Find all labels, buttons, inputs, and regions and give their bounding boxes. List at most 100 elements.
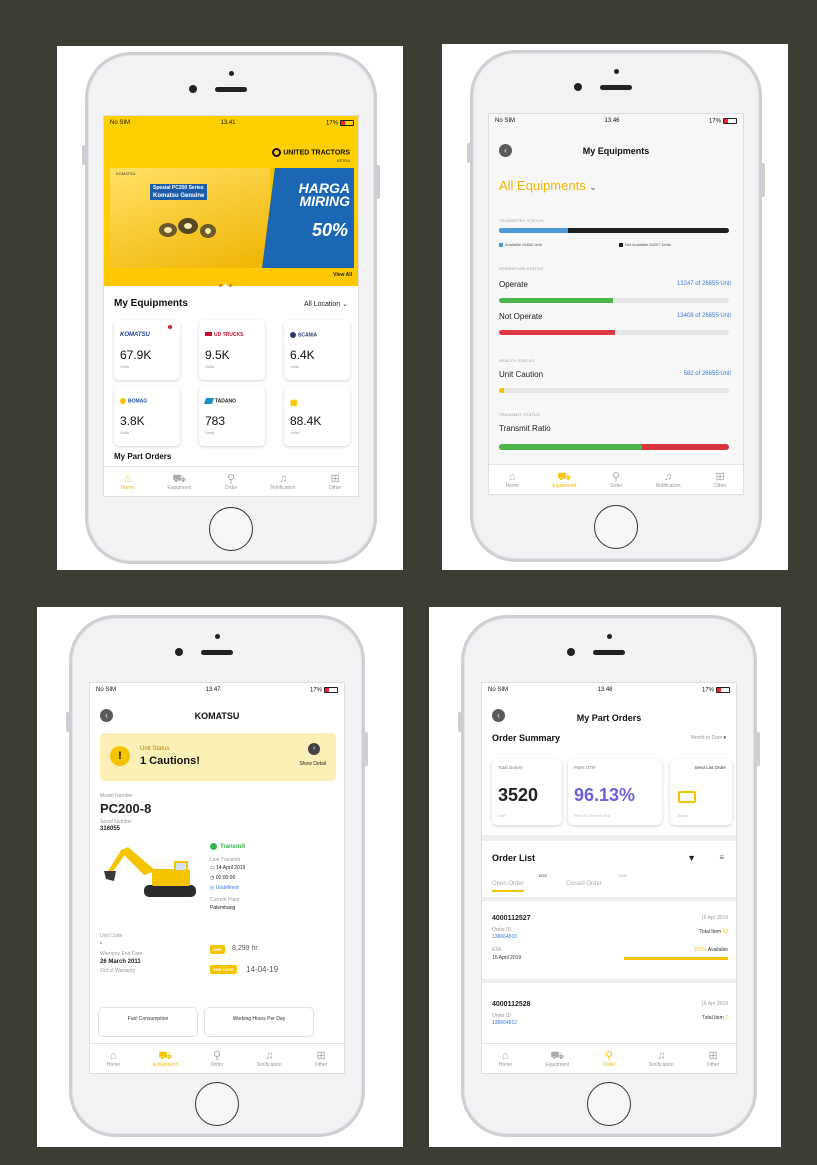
availability-bar [624,957,728,960]
promo-banner[interactable]: KOMATSU Spesial PC200 Series Komatsu Gen… [110,168,354,268]
battery-indicator: 17% [326,119,354,126]
equipment-count: 6.4K [290,348,315,362]
availability: 100% Available [694,947,728,953]
equipment-card-ud-trucks[interactable]: UD TRUCKS 9.5K Units [199,320,265,380]
warranty-label: Warranty End Date [100,951,143,957]
equipment-card-scania[interactable]: SCANIA 6.4K Units [284,320,350,380]
tab-label: Other [706,1061,720,1068]
tab-order[interactable]: ⚲ Order [603,1050,616,1068]
tab-label: Equipment [153,1061,178,1068]
pin-icon: ⚲ [212,1049,222,1062]
tab-label: Order [224,484,238,491]
equipment-card-komatsu[interactable]: KOMATSU 67.9K Units [114,320,180,380]
proximity-sensor [614,69,619,74]
tab-closed-order[interactable]: Closed Order [566,881,602,887]
card-label: Send List Order [694,765,726,770]
tab-other[interactable]: ⊞ Other [315,1050,328,1068]
tab-home[interactable]: ⌂ Home [499,1050,512,1068]
order-id-label: Order ID [492,927,512,933]
transmit-bar [499,444,729,450]
front-camera [567,648,575,656]
power-button [761,163,765,197]
order-id[interactable]: 138664812 [492,1020,517,1026]
clock: 13.46 [604,118,620,124]
model-label: Model Number [100,793,133,799]
battery-percent: 17% [708,118,721,125]
transmit-text: Transmit [220,844,246,851]
working-hours-card[interactable]: Working Hours Per Day [204,1007,314,1037]
tab-order[interactable]: ⚲ Order [610,471,623,489]
tab-other[interactable]: ⊞ Other [707,1050,720,1068]
location-label: All Location [303,301,341,308]
tab-notification[interactable]: ♫ Notification [271,473,296,491]
last-transmit-label: Last Transmit [210,857,241,863]
smr-date-chip: SMR DATE [210,965,237,974]
period-dropdown[interactable]: Month to Date ▾ [691,735,726,741]
tab-open-order[interactable]: Open Order [492,881,524,892]
equipment-filter-dropdown[interactable]: All Equipments ⌄ [499,178,597,193]
filter-icon[interactable]: ▼ [687,853,696,863]
send-list-order-card[interactable]: Send List Order Email [670,759,732,825]
home-button[interactable] [594,505,638,549]
tab-other[interactable]: ⊞ Other [329,473,342,491]
brand-name: TADANO [215,398,237,405]
sort-icon[interactable]: ≡ [719,853,724,862]
show-detail-link[interactable]: Show Detail [299,761,326,767]
location-dropdown[interactable]: All Location ⌄ [304,300,348,308]
unit-status-banner[interactable]: ! Unit Status 1 Cautions! › Show Detail [100,733,336,781]
total-orders-card[interactable]: Total Orders 3520 Unit [492,759,562,825]
tab-notification[interactable]: ♫ Notification [649,1050,674,1068]
tab-equipment[interactable]: ⛟ Equipment [153,1050,177,1068]
equipment-card-bomag[interactable]: BOMAG 3.8K Units [114,386,180,446]
home-button[interactable] [195,1082,239,1126]
tab-equipment[interactable]: ⛟ Equipment [545,1050,569,1068]
status-bar: No SIM 13.41 17% [104,116,358,130]
total-label: Total Item [699,929,722,935]
order-date: 16 Apr 2019 [701,1001,728,1007]
parts-otif-card[interactable]: Parts OTIF 96.13% Part On-Time In-Full [568,759,662,825]
view-all-link[interactable]: View All [333,272,352,278]
home-icon: ⌂ [509,470,516,483]
tadano-logo-icon [203,398,215,404]
tab-equipment[interactable]: ⛟ Equipment [552,471,576,489]
grid-icon: ⊞ [316,1049,326,1062]
tab-notification[interactable]: ♫ Notification [257,1050,282,1068]
tab-home[interactable]: ⌂ Home [107,1050,120,1068]
brand-logo: TADANO [203,398,237,405]
carousel-dots[interactable] [218,274,233,292]
current-plant: Palembang [210,905,236,911]
smr-date-value: 14-04-19 [246,965,279,974]
last-transmit-location[interactable]: ◎ Undefined [210,885,239,891]
home-button[interactable] [587,1082,631,1126]
tab-equipment[interactable]: ⛟ Equipment [167,473,191,491]
order-id[interactable]: 138664810 [492,934,517,940]
operate-label: Operate [499,280,528,289]
legend-text: Not Available 60207 Units [625,242,671,247]
total-label: Total Item [702,1015,724,1021]
tab-order[interactable]: ⚲ Order [225,473,238,491]
tab-notification[interactable]: ♫ Notification [656,471,681,489]
home-button[interactable] [209,507,253,551]
unit-label: Units [120,364,130,369]
order-list-item[interactable]: 4000112527 16 Apr 2019 Order ID 13866481… [482,897,736,983]
order-list-item[interactable]: 4000112528 16 Apr 2019 Order ID 13866481… [482,987,736,1047]
carrier: No SIM [110,120,131,126]
equipment-card-other[interactable]: ▦ 88.4K Units [284,386,350,446]
tab-order[interactable]: ⚲ Order [211,1050,224,1068]
excavator-icon: ⛟ [550,1049,565,1062]
earpiece-speaker [600,85,632,90]
equipment-card-tadano[interactable]: TADANO 783 Units [199,386,265,446]
total-item: Total Item 7 [702,1015,728,1021]
fuel-consumption-card[interactable]: Fuel Consumption [98,1007,198,1037]
tab-home[interactable]: ⌂ Home [121,473,134,491]
parts-otif-value: 96.13% [574,785,636,805]
unit-status-value: 1 Cautions! [140,755,200,767]
operate-bar [499,298,729,303]
legend-text: Available 26830 Unit [505,242,542,247]
bomag-logo-icon [120,398,126,404]
tab-home[interactable]: ⌂ Home [506,471,519,489]
equipment-count: 9.5K [205,348,230,362]
tab-other[interactable]: ⊞ Other [714,471,727,489]
tab-label: Other [328,484,342,491]
brand-logo: SCANIA [290,332,317,338]
